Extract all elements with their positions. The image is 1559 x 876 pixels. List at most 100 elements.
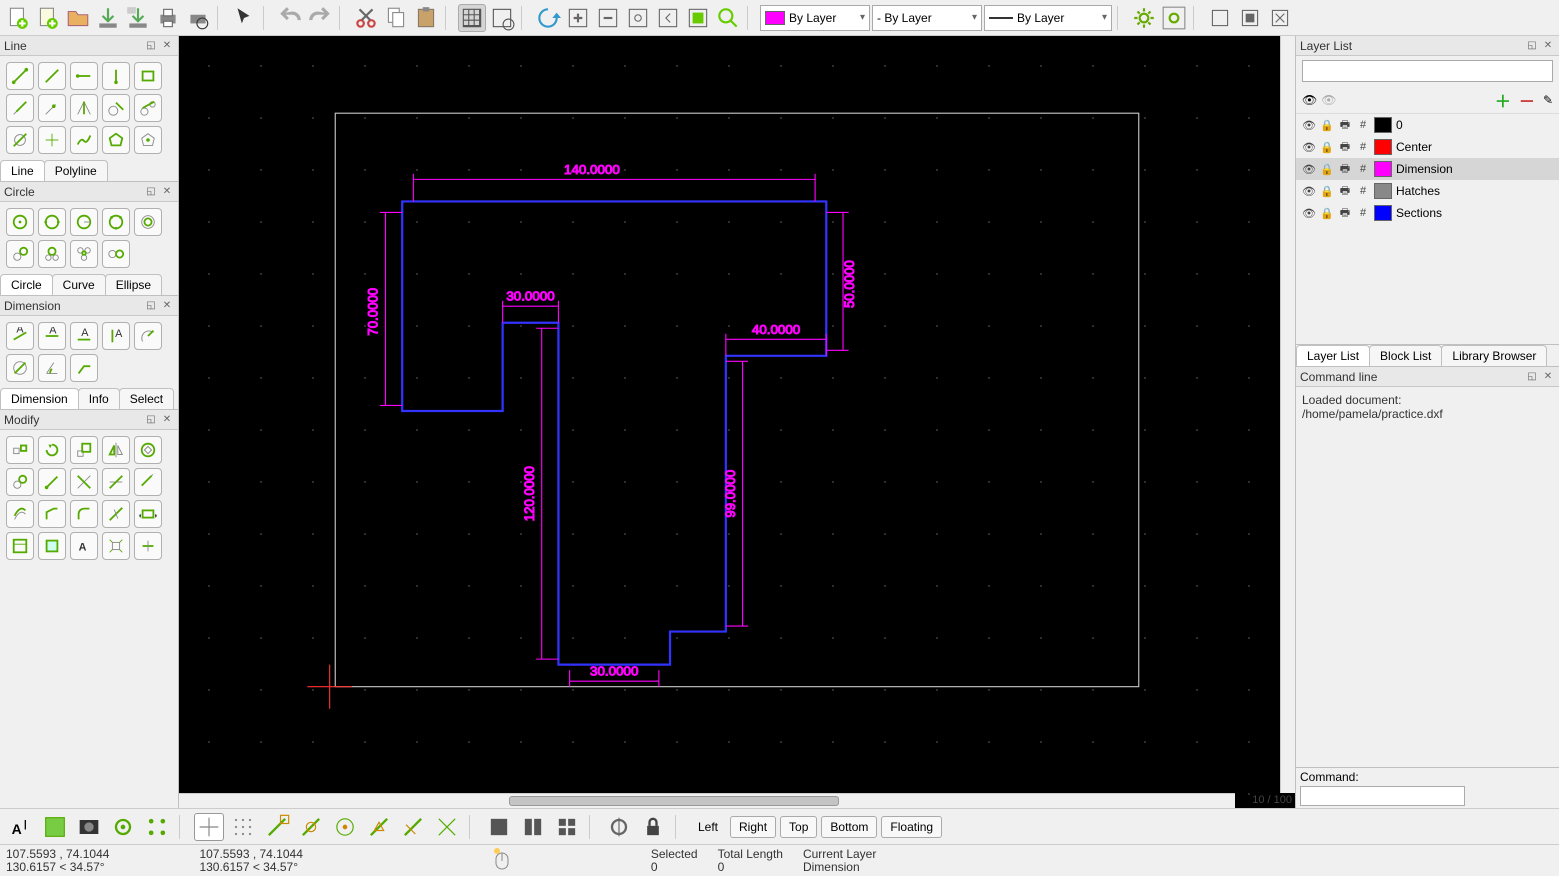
dim-aligned-button[interactable]: A	[6, 322, 34, 350]
snap-center-button[interactable]	[330, 813, 360, 841]
fullscreen-button[interactable]	[1206, 4, 1234, 32]
circle-2points-radius-button[interactable]	[70, 208, 98, 236]
line-freehand-button[interactable]	[70, 126, 98, 154]
horizontal-scrollbar[interactable]	[179, 793, 1235, 808]
linetype-combo[interactable]: By Layer	[984, 5, 1112, 31]
line-bisector-button[interactable]	[70, 94, 98, 122]
layer-row[interactable]: 👁🔒🖶#Center	[1296, 136, 1559, 158]
tab-circle[interactable]: Circle	[0, 274, 53, 295]
snap-grid-button[interactable]	[228, 813, 258, 841]
snap-intersect-button[interactable]	[432, 813, 462, 841]
dock-right-button[interactable]: Right	[730, 816, 776, 838]
line-relative-button[interactable]	[38, 126, 66, 154]
restrict-ortho-button[interactable]	[518, 813, 548, 841]
lock-icon[interactable]: 🔒	[1320, 206, 1334, 220]
layer-row[interactable]: 👁🔒🖶#Sections	[1296, 202, 1559, 224]
restrict-nothing-button[interactable]	[484, 813, 514, 841]
eye-icon[interactable]: 👁	[1302, 118, 1316, 132]
zoom-auto-button[interactable]	[624, 4, 652, 32]
paste-button[interactable]	[412, 4, 440, 32]
modify-mirror-button[interactable]	[102, 436, 130, 464]
tab-ellipse[interactable]: Ellipse	[105, 274, 162, 295]
construction-icon[interactable]: #	[1356, 140, 1370, 154]
zoom-out-button[interactable]	[594, 4, 622, 32]
tab-info[interactable]: Info	[78, 388, 120, 409]
undock-icon[interactable]: ◱	[144, 413, 158, 427]
modify-offset-button[interactable]	[6, 500, 34, 528]
snap-endpoint-button[interactable]	[262, 813, 292, 841]
print-button[interactable]	[154, 4, 182, 32]
pointer-button[interactable]	[230, 4, 258, 32]
remove-layer-button[interactable]: －	[1519, 88, 1535, 112]
grid-toggle-button[interactable]	[458, 4, 486, 32]
close-icon[interactable]: ✕	[160, 39, 174, 53]
layer-row[interactable]: 👁🔒🖶#Dimension	[1296, 158, 1559, 180]
line-2points-button[interactable]	[6, 62, 34, 90]
points-button[interactable]	[142, 813, 172, 841]
eye-icon[interactable]: 👁	[1302, 93, 1317, 107]
layer-row[interactable]: 👁🔒🖶#0	[1296, 114, 1559, 136]
point-button[interactable]	[108, 813, 138, 841]
redraw-button[interactable]	[534, 4, 562, 32]
edit-layer-button[interactable]: ✎	[1543, 93, 1553, 107]
construction-icon[interactable]: #	[1356, 162, 1370, 176]
close-icon[interactable]: ✕	[160, 413, 174, 427]
dock-top-button[interactable]: Top	[780, 816, 817, 838]
tab-block-list[interactable]: Block List	[1369, 345, 1442, 366]
snap-on-entity-button[interactable]	[296, 813, 326, 841]
undock-icon[interactable]: ◱	[144, 185, 158, 199]
grid-status-button[interactable]	[1236, 4, 1264, 32]
modify-fillet-button[interactable]	[70, 500, 98, 528]
modify-move-button[interactable]	[6, 436, 34, 464]
new-file-button[interactable]	[4, 4, 32, 32]
dim-diametric-button[interactable]	[6, 354, 34, 382]
dock-bottom-button[interactable]: Bottom	[821, 816, 877, 838]
close-icon[interactable]: ✕	[160, 299, 174, 313]
lock-icon[interactable]: 🔒	[1320, 118, 1334, 132]
line-tangent-pc-button[interactable]	[102, 94, 130, 122]
line-orthogonal-button[interactable]	[6, 126, 34, 154]
line-angle-button[interactable]	[38, 62, 66, 90]
modify-revert-button[interactable]	[38, 468, 66, 496]
construction-icon[interactable]: #	[1356, 206, 1370, 220]
line-rectangle-button[interactable]	[134, 62, 162, 90]
vertical-scrollbar[interactable]	[1280, 36, 1295, 793]
undock-icon[interactable]: ◱	[1525, 39, 1539, 53]
tab-curve[interactable]: Curve	[52, 274, 106, 295]
restrict-h-button[interactable]	[552, 813, 582, 841]
line-tangent-cc-button[interactable]	[134, 94, 162, 122]
tab-line[interactable]: Line	[0, 160, 45, 181]
dim-horizontal-button[interactable]: A	[70, 322, 98, 350]
hatch-button[interactable]	[40, 813, 70, 841]
close-icon[interactable]: ✕	[1541, 39, 1555, 53]
undock-icon[interactable]: ◱	[1525, 370, 1539, 384]
tab-layer-list[interactable]: Layer List	[1296, 345, 1370, 366]
snap-dist-button[interactable]	[398, 813, 428, 841]
redo-button[interactable]	[306, 4, 334, 32]
print-preview-button[interactable]	[184, 4, 212, 32]
eye-icon[interactable]: 👁	[1302, 184, 1316, 198]
undo-button[interactable]	[276, 4, 304, 32]
color-combo[interactable]: By Layer	[760, 5, 870, 31]
new-from-template-button[interactable]	[34, 4, 62, 32]
close-all-button[interactable]	[1266, 4, 1294, 32]
modify-stretch-button[interactable]	[134, 500, 162, 528]
modify-trim2-button[interactable]	[102, 468, 130, 496]
print-icon[interactable]: 🖶	[1338, 140, 1352, 154]
zoom-pan-button[interactable]	[714, 4, 742, 32]
snap-free-button[interactable]	[194, 813, 224, 841]
zoom-previous-button[interactable]	[654, 4, 682, 32]
line-parallel-button[interactable]	[6, 94, 34, 122]
linewidth-combo[interactable]: - By Layer	[872, 5, 982, 31]
drawing-canvas[interactable]: 140.0000 30.0000 70.0000 50.0000	[179, 36, 1295, 808]
modify-divide-button[interactable]	[102, 500, 130, 528]
print-icon[interactable]: 🖶	[1338, 184, 1352, 198]
lock-icon[interactable]: 🔒	[1320, 140, 1334, 154]
save-as-button[interactable]	[124, 4, 152, 32]
eye-icon[interactable]: 👁	[1302, 206, 1316, 220]
line-parallel-through-button[interactable]	[38, 94, 66, 122]
line-polygon-cv-button[interactable]	[134, 126, 162, 154]
dim-vertical-button[interactable]: A	[102, 322, 130, 350]
dock-left-button[interactable]: Left	[690, 817, 726, 837]
tab-library-browser[interactable]: Library Browser	[1441, 345, 1547, 366]
